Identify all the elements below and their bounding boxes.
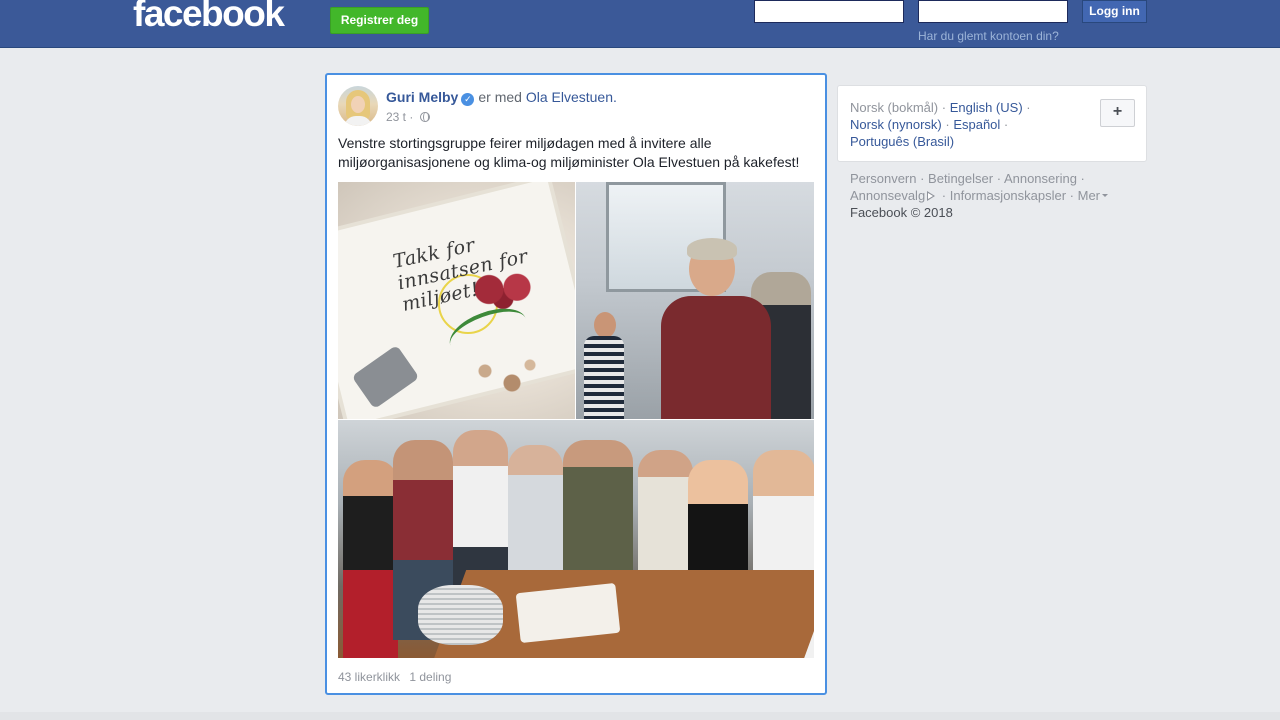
- footer-link-cookies[interactable]: Informasjonskapsler: [950, 188, 1066, 203]
- copyright: Facebook © 2018: [850, 205, 953, 220]
- tagged-suffix: .: [613, 89, 617, 105]
- with-text: er med: [478, 89, 522, 105]
- footer-link-adchoices[interactable]: Annonsevalg: [850, 188, 925, 203]
- language-link-nynorsk[interactable]: Norsk (nynorsk): [850, 117, 942, 132]
- footer-link-terms[interactable]: Betingelser: [928, 171, 993, 186]
- tagged-person[interactable]: Ola Elvestuen: [526, 89, 613, 105]
- author-avatar[interactable]: [338, 86, 378, 126]
- top-bar: facebook Registrer deg Logg inn Har du g…: [0, 0, 1280, 48]
- post-photo-group[interactable]: [338, 420, 814, 658]
- post-header: Guri Melby ✓ er med Ola Elvestuen.: [386, 89, 617, 106]
- language-link-espanol[interactable]: Español: [953, 117, 1000, 132]
- register-button[interactable]: Registrer deg: [330, 7, 429, 34]
- post-stats: 43 likerklikk 1 deling: [338, 670, 457, 684]
- author-name[interactable]: Guri Melby: [386, 89, 458, 105]
- post-card: Guri Melby ✓ er med Ola Elvestuen. 23 t · …: [325, 73, 827, 695]
- chevron-down-icon: [1102, 194, 1109, 197]
- footer-link-privacy[interactable]: Personvern: [850, 171, 916, 186]
- add-language-button[interactable]: +: [1100, 99, 1135, 127]
- post-photo-cake[interactable]: Takk for innsatsen for miljøet!: [338, 182, 575, 419]
- post-photo-minister[interactable]: [576, 182, 814, 419]
- email-input[interactable]: [754, 0, 904, 23]
- likes-count[interactable]: 43 likerklikk: [338, 670, 400, 684]
- forgot-account-link[interactable]: Har du glemt kontoen din?: [918, 29, 1059, 43]
- adchoices-icon: [927, 191, 936, 201]
- language-list: Norsk (bokmål) · English (US) · Norsk (n…: [850, 100, 1031, 149]
- shares-count[interactable]: 1 deling: [409, 670, 451, 684]
- post-text: Venstre stortingsgruppe feirer miljødage…: [338, 135, 800, 170]
- facebook-logo[interactable]: facebook: [133, 0, 285, 34]
- language-selector: Norsk (bokmål) · English (US) · Norsk (n…: [837, 85, 1147, 162]
- language-link-english[interactable]: English (US): [950, 100, 1023, 115]
- current-language: Norsk (bokmål): [850, 100, 939, 115]
- verified-badge-icon: ✓: [461, 93, 475, 106]
- footer-link-more[interactable]: Mer: [1078, 188, 1100, 203]
- globe-icon[interactable]: [419, 112, 430, 122]
- page-footer: Personvern · Betingelser · Annonsering ·…: [850, 170, 1130, 221]
- language-link-portugues[interactable]: Português (Brasil): [850, 134, 954, 149]
- post-timestamp[interactable]: 23 t ·: [386, 110, 413, 124]
- footer-link-advertising[interactable]: Annonsering: [1004, 171, 1077, 186]
- post-meta: 23 t ·: [386, 110, 430, 124]
- login-button[interactable]: Logg inn: [1082, 0, 1147, 23]
- bottom-bar: [0, 712, 1280, 720]
- password-input[interactable]: [918, 0, 1068, 23]
